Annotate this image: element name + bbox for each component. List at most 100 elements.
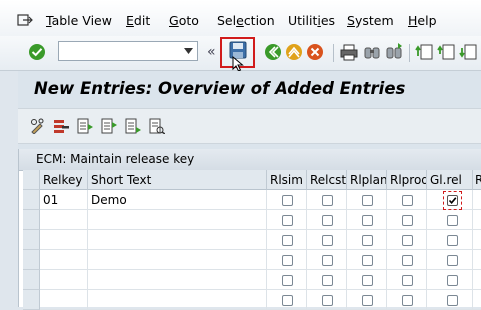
select-all-icon[interactable] bbox=[125, 118, 141, 134]
cell-relkey[interactable] bbox=[40, 290, 88, 310]
cell-short-text[interactable]: Demo bbox=[88, 190, 267, 210]
row-selector[interactable] bbox=[23, 190, 40, 210]
menu-edit[interactable]: Edit bbox=[126, 13, 150, 29]
checkbox-relcst[interactable] bbox=[322, 215, 333, 226]
checkbox-glrel[interactable] bbox=[447, 255, 458, 266]
checkbox-glrel[interactable] bbox=[447, 195, 458, 206]
exit-icon[interactable] bbox=[284, 42, 304, 62]
column-header-rlprod[interactable]: Rlprod bbox=[387, 170, 427, 190]
table-cell bbox=[473, 250, 481, 270]
toolbar-separator bbox=[333, 44, 334, 62]
cell-relkey[interactable] bbox=[40, 250, 88, 270]
find-icon[interactable] bbox=[362, 42, 382, 62]
checkbox-rlprod[interactable] bbox=[402, 235, 413, 246]
menu-bar: Table View Edit Goto Selection Utilities… bbox=[0, 0, 481, 40]
checkbox-rlsim[interactable] bbox=[282, 235, 293, 246]
checkbox-rlprod[interactable] bbox=[402, 195, 413, 206]
checkbox-rlplan[interactable] bbox=[362, 215, 373, 226]
cell-relkey[interactable]: 01 bbox=[40, 190, 88, 210]
menu-help[interactable]: Help bbox=[408, 13, 437, 29]
application-toolbar bbox=[18, 108, 481, 144]
row-selector[interactable] bbox=[23, 210, 40, 230]
find-next-icon[interactable] bbox=[384, 42, 404, 62]
print-icon[interactable] bbox=[339, 42, 359, 62]
back-icon[interactable] bbox=[263, 42, 283, 62]
select-block-icon[interactable] bbox=[149, 118, 165, 134]
previous-entry-icon[interactable] bbox=[77, 118, 93, 134]
checkbox-rlplan[interactable] bbox=[362, 275, 373, 286]
table-title: ECM: Maintain release key bbox=[36, 152, 195, 166]
checkbox-rlprod[interactable] bbox=[402, 275, 413, 286]
select-all-rows-button[interactable] bbox=[23, 170, 40, 190]
expand-toolbar-icon[interactable]: « bbox=[207, 44, 216, 60]
column-header-short-text[interactable]: Short Text bbox=[88, 170, 267, 190]
standard-toolbar: « bbox=[0, 36, 481, 72]
table-cell bbox=[473, 290, 481, 310]
menu-exit-icon[interactable] bbox=[17, 13, 33, 27]
checkbox-rlprod[interactable] bbox=[402, 255, 413, 266]
cell-short-text[interactable] bbox=[88, 210, 267, 230]
column-header-relcst[interactable]: Relcst bbox=[307, 170, 347, 190]
checkbox-relcst[interactable] bbox=[322, 275, 333, 286]
checkbox-glrel[interactable] bbox=[447, 275, 458, 286]
cell-short-text[interactable] bbox=[88, 270, 267, 290]
column-header-r[interactable]: R bbox=[473, 170, 481, 190]
checkbox-rlsim[interactable] bbox=[282, 275, 293, 286]
menu-system[interactable]: System bbox=[347, 13, 394, 29]
checkbox-glrel[interactable] bbox=[447, 295, 458, 306]
menu-table-view[interactable]: Table View bbox=[46, 13, 112, 29]
checkbox-rlplan[interactable] bbox=[362, 255, 373, 266]
column-header-glrel[interactable]: Gl.rel bbox=[427, 170, 473, 190]
cell-relkey[interactable] bbox=[40, 230, 88, 250]
checkbox-rlprod[interactable] bbox=[402, 295, 413, 306]
checkbox-relcst[interactable] bbox=[322, 295, 333, 306]
row-selector[interactable] bbox=[23, 270, 40, 290]
next-page-icon[interactable] bbox=[459, 42, 479, 62]
display-change-icon[interactable] bbox=[30, 118, 46, 134]
checkbox-relcst[interactable] bbox=[322, 195, 333, 206]
command-field[interactable] bbox=[58, 41, 198, 61]
previous-page-icon[interactable] bbox=[437, 42, 457, 62]
cell-short-text[interactable] bbox=[88, 250, 267, 270]
cell-short-text[interactable] bbox=[88, 290, 267, 310]
checkbox-rlsim[interactable] bbox=[282, 215, 293, 226]
row-selector[interactable] bbox=[23, 250, 40, 270]
checkbox-rlplan[interactable] bbox=[362, 235, 373, 246]
table-title-bar: ECM: Maintain release key bbox=[19, 149, 481, 171]
checkbox-glrel[interactable] bbox=[447, 215, 458, 226]
checkbox-rlplan[interactable] bbox=[362, 295, 373, 306]
checkbox-rlsim[interactable] bbox=[282, 195, 293, 206]
table-cell bbox=[473, 190, 481, 210]
table-cell bbox=[473, 270, 481, 290]
checkbox-rlprod[interactable] bbox=[402, 215, 413, 226]
checkbox-rlplan[interactable] bbox=[362, 195, 373, 206]
checkbox-relcst[interactable] bbox=[322, 235, 333, 246]
menu-goto[interactable]: Goto bbox=[169, 13, 199, 29]
first-page-icon[interactable] bbox=[415, 42, 435, 62]
enter-check-icon[interactable] bbox=[27, 42, 47, 62]
menu-utilities[interactable]: Utilities bbox=[288, 13, 335, 29]
command-input[interactable] bbox=[62, 43, 182, 61]
checkmark-icon bbox=[448, 197, 457, 205]
checkbox-rlsim[interactable] bbox=[282, 255, 293, 266]
row-selector[interactable] bbox=[23, 230, 40, 250]
column-header-relkey[interactable]: Relkey bbox=[40, 170, 88, 190]
cancel-icon[interactable] bbox=[305, 42, 325, 62]
mouse-cursor-icon bbox=[232, 56, 244, 72]
next-entry-icon[interactable] bbox=[101, 118, 117, 134]
menu-selection[interactable]: Selection bbox=[217, 13, 275, 29]
checkbox-relcst[interactable] bbox=[322, 255, 333, 266]
column-header-rlplan[interactable]: Rlplan bbox=[347, 170, 387, 190]
chevron-down-icon[interactable] bbox=[184, 48, 193, 54]
column-header-rlsim[interactable]: Rlsim bbox=[267, 170, 307, 190]
table-cell bbox=[473, 210, 481, 230]
table-cell bbox=[473, 230, 481, 250]
cell-short-text[interactable] bbox=[88, 230, 267, 250]
cell-relkey[interactable] bbox=[40, 270, 88, 290]
delete-entry-icon[interactable] bbox=[53, 118, 69, 134]
cell-relkey[interactable] bbox=[40, 210, 88, 230]
page-title: New Entries: Overview of Added Entries bbox=[34, 79, 406, 98]
checkbox-rlsim[interactable] bbox=[282, 295, 293, 306]
row-selector[interactable] bbox=[23, 290, 40, 310]
checkbox-glrel[interactable] bbox=[447, 235, 458, 246]
